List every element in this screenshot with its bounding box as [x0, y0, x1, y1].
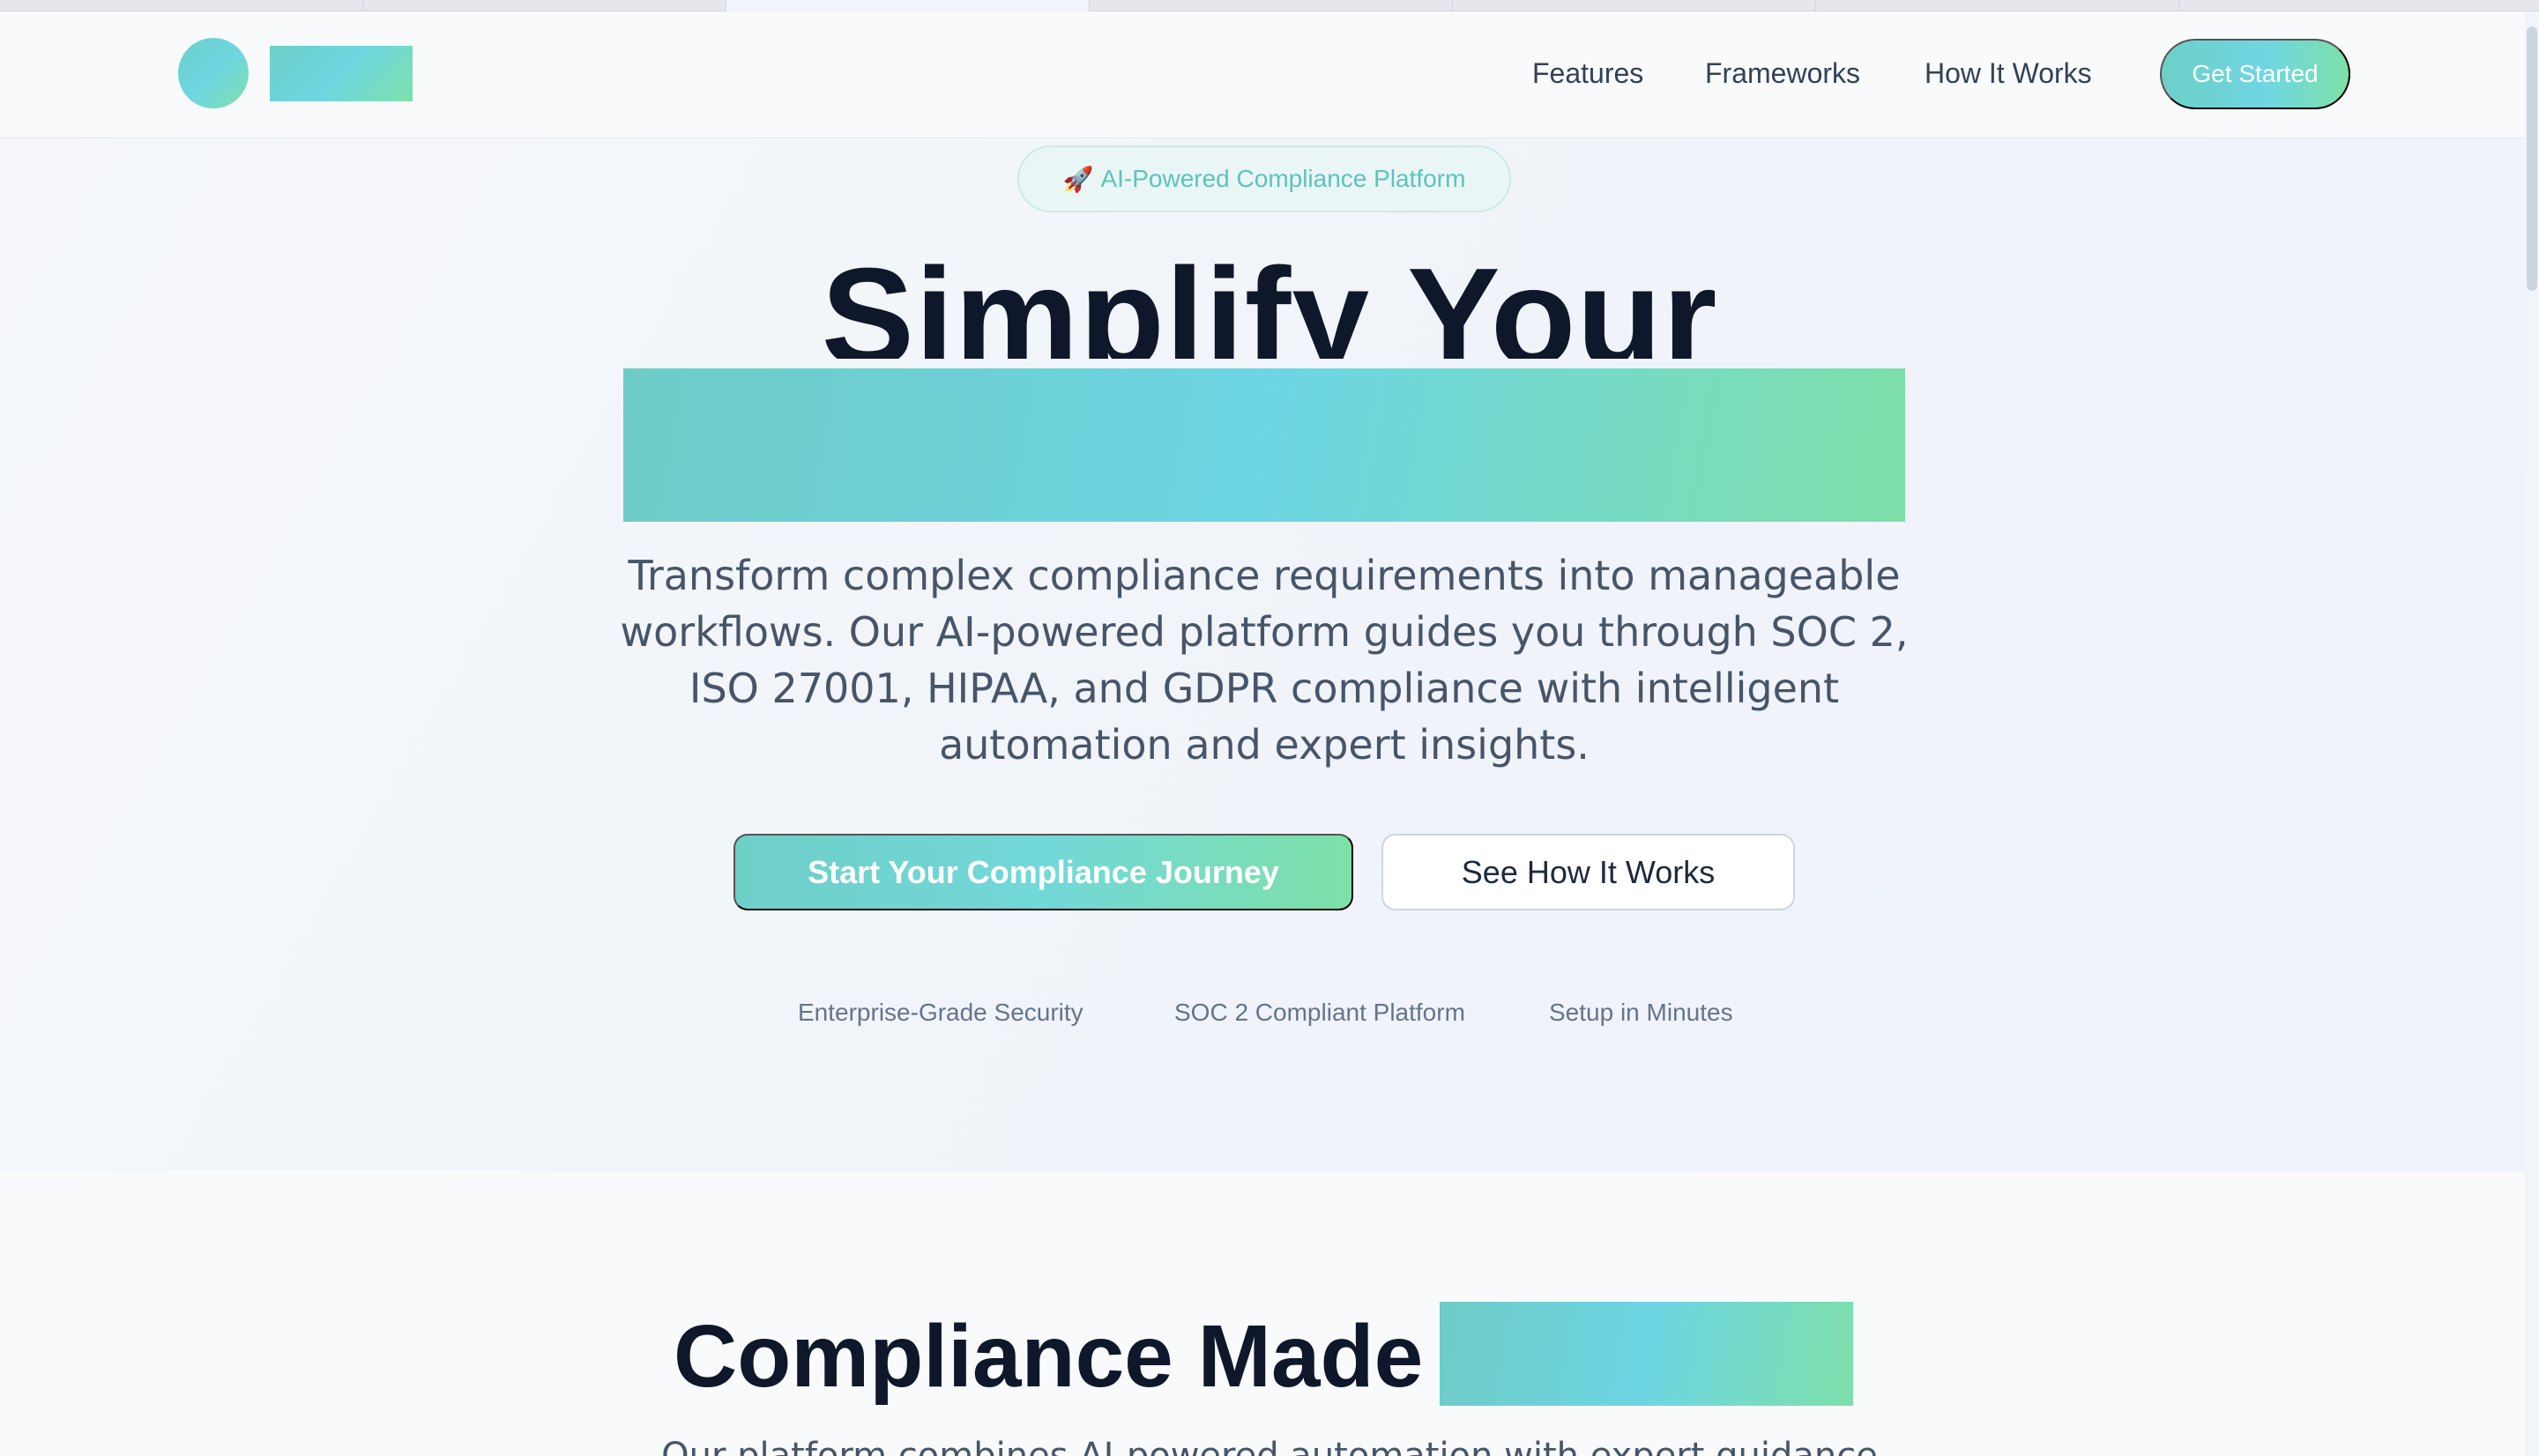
rocket-icon: 🚀	[1062, 165, 1094, 193]
browser-tab-active[interactable]	[726, 0, 1090, 11]
hero-title-container: Simplify Your	[0, 242, 2539, 359]
hero-section: 🚀 AI-Powered Compliance Platform Simplif…	[0, 138, 2539, 1171]
hero-badge: 🚀 AI-Powered Compliance Platform	[1017, 145, 1511, 212]
browser-tab-strip	[0, 0, 2539, 11]
features-subtitle: Our platform combines AI-powered automat…	[661, 1436, 1878, 1456]
nav-link-how-it-works[interactable]: How It Works	[1925, 56, 2092, 91]
landing-page: Features Frameworks How It Works Get Sta…	[0, 0, 2539, 1456]
features-title-gradient-highlight	[1440, 1302, 1853, 1406]
hero-description: Transform complex compliance requirement…	[620, 552, 1909, 769]
trust-item-soc2: SOC 2 Compliant Platform	[1174, 999, 1465, 1026]
features-section: Compliance Made Our platform combines AI…	[0, 1171, 2539, 1456]
hero-title-gradient-highlight	[623, 368, 1905, 522]
browser-tab[interactable]	[1090, 0, 1453, 11]
hero-badge-text: AI-Powered Compliance Platform	[1100, 165, 1466, 192]
browser-tab[interactable]	[1816, 0, 2179, 11]
logo-mark[interactable]	[178, 38, 249, 108]
nav-link-features[interactable]: Features	[1532, 56, 1643, 91]
features-title: Compliance Made	[674, 1307, 1424, 1406]
trust-item-security: Enterprise-Grade Security	[798, 999, 1083, 1026]
see-how-it-works-button[interactable]: See How It Works	[1381, 834, 1795, 910]
get-started-button[interactable]: Get Started	[2160, 39, 2350, 109]
nav-link-frameworks[interactable]: Frameworks	[1705, 56, 1860, 91]
browser-tab[interactable]	[1453, 0, 1816, 11]
logo-wordmark[interactable]	[270, 46, 413, 101]
hero-title: Simplify Your	[821, 242, 1718, 359]
browser-tab[interactable]	[363, 0, 726, 11]
start-compliance-journey-button[interactable]: Start Your Compliance Journey	[733, 834, 1353, 910]
scrollbar-thumb[interactable]	[2527, 26, 2537, 291]
trust-item-setup: Setup in Minutes	[1549, 999, 1733, 1026]
browser-tab[interactable]	[0, 0, 363, 11]
top-navbar: Features Frameworks How It Works Get Sta…	[0, 11, 2539, 138]
